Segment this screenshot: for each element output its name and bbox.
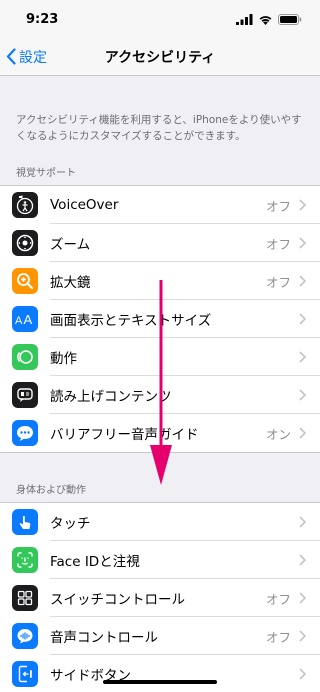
section-header: 視覚サポート [16, 168, 76, 179]
row-audio-description[interactable]: バリアフリー音声ガイド オン [0, 414, 320, 452]
section-vision: 視覚サポート VoiceOver オフ ズーム オフ 拡大鏡 オフ A A 画面… [0, 154, 320, 453]
chevron-right-icon [299, 351, 306, 363]
row-label: 拡大鏡 [50, 275, 91, 291]
row-label: 画面表示とテキストサイズ [50, 313, 212, 329]
voiceover-icon [12, 192, 38, 218]
row-label: Face IDと注視 [50, 554, 140, 570]
chevron-right-icon [299, 313, 306, 325]
zoom-icon [12, 230, 38, 256]
chevron-right-icon [299, 668, 306, 680]
row-side-button[interactable]: サイドボタン [0, 655, 320, 692]
magnifier-icon [12, 268, 38, 294]
row-display-text-size[interactable]: A A 画面表示とテキストサイズ [0, 300, 320, 338]
row-label: 音声コントロール [50, 630, 158, 646]
chevron-right-icon [299, 427, 306, 439]
status-time: 9:23 [26, 11, 59, 27]
back-button-label: 設定 [19, 49, 47, 66]
description-text: アクセシビリティ機能を利用すると、iPhoneをより使いやすくなるようにカスタマ… [16, 114, 302, 142]
settings-group: VoiceOver オフ ズーム オフ 拡大鏡 オフ A A 画面表示とテキスト… [0, 185, 320, 453]
row-label: 読み上げコンテンツ [50, 389, 172, 405]
spoken-content-icon [12, 382, 38, 408]
audio-description-icon [12, 420, 38, 446]
motion-icon [12, 344, 38, 370]
chevron-right-icon [299, 592, 306, 604]
touch-icon [12, 509, 38, 535]
settings-group: タッチ Face IDと注視 スイッチコントロール オフ 音声コントロール オフ… [0, 502, 320, 692]
home-indicator [103, 680, 217, 684]
row-value: オフ [265, 274, 291, 290]
status-bar: 9:23 [0, 0, 320, 38]
chevron-right-icon [299, 630, 306, 642]
chevron-right-icon [299, 554, 306, 566]
row-value: オフ [265, 629, 291, 645]
switch-control-icon [12, 585, 38, 611]
page-title: アクセシビリティ [104, 49, 216, 66]
row-zoom[interactable]: ズーム オフ [0, 224, 320, 262]
row-label: タッチ [50, 516, 91, 532]
row-value: オフ [265, 198, 291, 214]
status-icons [236, 13, 302, 25]
row-face-id-attention[interactable]: Face IDと注視 [0, 541, 320, 579]
svg-text:A: A [24, 312, 33, 327]
chevron-right-icon [299, 389, 306, 401]
wifi-icon [259, 15, 272, 25]
row-label: スイッチコントロール [50, 592, 185, 608]
navigation-bar: 設定 アクセシビリティ [0, 38, 320, 76]
svg-text:A: A [15, 315, 23, 327]
section-header: 身体および動作 [16, 485, 86, 496]
row-value: オフ [265, 236, 291, 252]
chevron-right-icon [299, 275, 306, 287]
chevron-right-icon [299, 199, 306, 211]
row-value: オン [265, 426, 291, 442]
row-magnifier[interactable]: 拡大鏡 オフ [0, 262, 320, 300]
row-label: 動作 [50, 351, 77, 367]
chevron-right-icon [299, 237, 306, 249]
row-label: ズーム [50, 237, 91, 253]
row-label: VoiceOver [50, 197, 119, 213]
text-size-icon: A A [12, 306, 38, 332]
row-voice-control[interactable]: 音声コントロール オフ [0, 617, 320, 655]
row-switch-control[interactable]: スイッチコントロール オフ [0, 579, 320, 617]
voice-control-icon [12, 623, 38, 649]
signal-icon [236, 13, 253, 25]
battery-icon [278, 13, 302, 25]
row-value: オフ [265, 591, 291, 607]
row-spoken-content[interactable]: 読み上げコンテンツ [0, 376, 320, 414]
row-label: バリアフリー音声ガイド [50, 427, 199, 443]
section-physical-motor: 身体および動作 タッチ Face IDと注視 スイッチコントロール オフ 音声コ… [0, 453, 320, 692]
row-touch[interactable]: タッチ [0, 503, 320, 541]
row-voiceover[interactable]: VoiceOver オフ [0, 186, 320, 224]
side-button-icon [12, 661, 38, 687]
chevron-left-icon [6, 48, 16, 65]
back-button[interactable]: 設定 [0, 47, 47, 67]
face-id-icon [12, 547, 38, 573]
chevron-right-icon [299, 516, 306, 528]
row-motion[interactable]: 動作 [0, 338, 320, 376]
